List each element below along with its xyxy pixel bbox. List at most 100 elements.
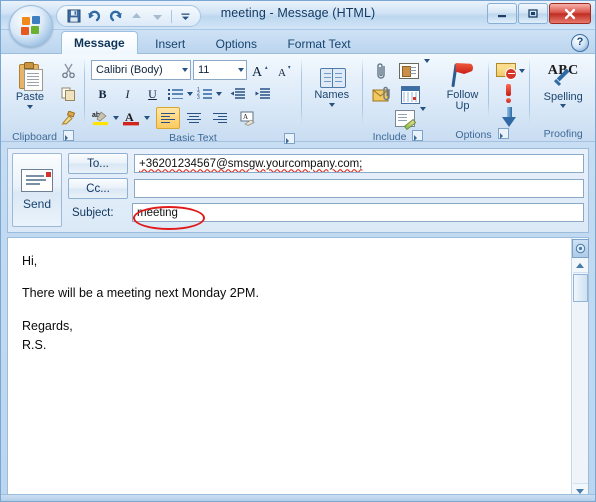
chevron-down-icon[interactable] (560, 104, 567, 108)
outlook-message-window: meeting - Message (HTML) Message Insert … (0, 0, 596, 502)
save-icon[interactable] (65, 8, 82, 25)
align-left-button[interactable] (155, 107, 180, 129)
status-bar (1, 494, 595, 501)
chevron-down-icon[interactable] (177, 8, 194, 25)
group-label-proofing: Proofing (543, 128, 583, 140)
align-left-icon (160, 112, 175, 124)
message-body-area: Hi, There will be a meeting next Monday … (7, 237, 589, 499)
include-dialog-launcher[interactable] (412, 130, 424, 141)
signature-button[interactable] (392, 107, 418, 131)
help-icon[interactable]: ? (571, 34, 589, 52)
text-highlight-button[interactable]: ab (91, 107, 111, 129)
exclamation-icon (502, 84, 516, 104)
font-name-combo[interactable]: Calibri (Body) (90, 60, 191, 80)
office-logo-square-orange (22, 17, 30, 25)
increase-indent-button[interactable] (252, 83, 275, 105)
tab-options[interactable]: Options (203, 32, 270, 55)
bullets-icon (167, 88, 183, 100)
chevron-down-icon[interactable] (423, 59, 430, 63)
chevron-down-icon[interactable] (237, 68, 244, 72)
chevron-down-icon[interactable] (27, 105, 33, 109)
tab-format-text[interactable]: Format Text (274, 32, 363, 55)
down-arrow-icon (502, 107, 517, 127)
attach-file-button[interactable] (370, 59, 394, 82)
numbering-button[interactable]: 123 (195, 83, 214, 105)
follow-up-button[interactable]: Follow Up (438, 59, 486, 125)
chevron-down-icon[interactable] (328, 103, 335, 107)
send-button[interactable]: Send (12, 153, 62, 227)
attach-item-button[interactable] (370, 83, 396, 106)
restore-button[interactable] (518, 3, 548, 24)
calendar-button[interactable] (398, 83, 424, 106)
high-importance-button[interactable] (497, 83, 521, 105)
to-button[interactable]: To... (68, 153, 128, 174)
align-center-icon (186, 112, 201, 124)
bold-button[interactable]: B (91, 83, 114, 105)
names-button[interactable]: Names (308, 59, 356, 129)
cut-button[interactable] (56, 59, 80, 82)
chevron-down-icon[interactable] (215, 92, 222, 96)
grow-font-button[interactable]: A (249, 59, 272, 81)
chevron-down-icon[interactable] (419, 107, 426, 111)
basic-text-dialog-launcher[interactable] (283, 133, 295, 144)
up-arrow-icon[interactable] (128, 8, 145, 25)
tab-insert[interactable]: Insert (142, 32, 198, 55)
title-bar: meeting - Message (HTML) (1, 1, 595, 47)
chevron-down-icon[interactable] (112, 116, 119, 120)
group-label-basic-text: Basic Text (89, 131, 297, 145)
office-button[interactable] (9, 5, 53, 47)
cc-button[interactable]: Cc... (68, 178, 128, 199)
paste-icon (17, 62, 43, 91)
down-arrow-icon[interactable] (149, 8, 166, 25)
ribbon-group-include: Include (364, 56, 433, 143)
options-dialog-launcher[interactable] (497, 128, 509, 139)
chevron-down-icon[interactable] (143, 116, 150, 120)
body-line-1: Hi, (22, 254, 38, 268)
minimize-button[interactable] (487, 3, 517, 24)
clipboard-dialog-launcher[interactable] (62, 130, 74, 141)
message-body-input[interactable]: Hi, There will be a meeting next Monday … (8, 238, 571, 498)
align-right-button[interactable] (208, 107, 232, 129)
cc-input[interactable] (134, 179, 584, 198)
bullets-button[interactable] (166, 83, 185, 105)
copy-button[interactable] (56, 83, 80, 106)
undo-icon[interactable] (86, 8, 103, 25)
scrollbar-track[interactable] (572, 272, 588, 484)
clear-formatting-button[interactable]: A (238, 107, 261, 129)
chevron-down-icon[interactable] (181, 68, 188, 72)
scrollbar-thumb[interactable] (572, 274, 588, 302)
envelope-icon (21, 169, 53, 192)
body-line-4: R.S. (22, 338, 47, 353)
chevron-down-icon[interactable] (519, 68, 526, 73)
align-right-icon (212, 112, 227, 124)
low-importance-button[interactable] (497, 106, 521, 128)
decrease-indent-button[interactable] (227, 83, 250, 105)
redo-icon[interactable] (107, 8, 124, 25)
svg-text:A: A (252, 65, 263, 78)
subject-input[interactable]: meeting (132, 203, 584, 222)
paste-button[interactable]: Paste (6, 59, 54, 125)
spelling-button[interactable]: ABC Spelling (535, 59, 591, 127)
select-browse-object-button[interactable] (571, 239, 589, 258)
close-button[interactable] (549, 3, 591, 24)
ribbon-group-proofing: ABC Spelling Proofing (531, 56, 595, 141)
font-size-combo[interactable]: 11 (192, 60, 247, 80)
tab-message[interactable]: Message (61, 31, 138, 55)
names-label: Names (314, 89, 350, 101)
chevron-down-icon[interactable] (186, 92, 193, 96)
shrink-font-button[interactable]: A (274, 59, 297, 81)
underline-button[interactable]: U (141, 83, 164, 105)
italic-button[interactable]: I (116, 83, 139, 105)
scroll-up-button[interactable] (573, 258, 588, 272)
to-row: To... +36201234567@smsgw.yourcompany.com… (68, 153, 584, 174)
to-input[interactable]: +36201234567@smsgw.yourcompany.com; (134, 154, 584, 173)
permission-button[interactable] (493, 59, 519, 82)
align-center-button[interactable] (182, 107, 206, 129)
font-color-button[interactable]: A (121, 107, 142, 129)
group-divider (84, 58, 85, 125)
format-painter-button[interactable] (56, 107, 80, 130)
body-vertical-scrollbar[interactable] (571, 238, 589, 498)
business-card-button[interactable] (396, 59, 422, 82)
svg-text:A: A (125, 110, 134, 124)
body-line-2: There will be a meeting next Monday 2PM. (22, 286, 259, 301)
